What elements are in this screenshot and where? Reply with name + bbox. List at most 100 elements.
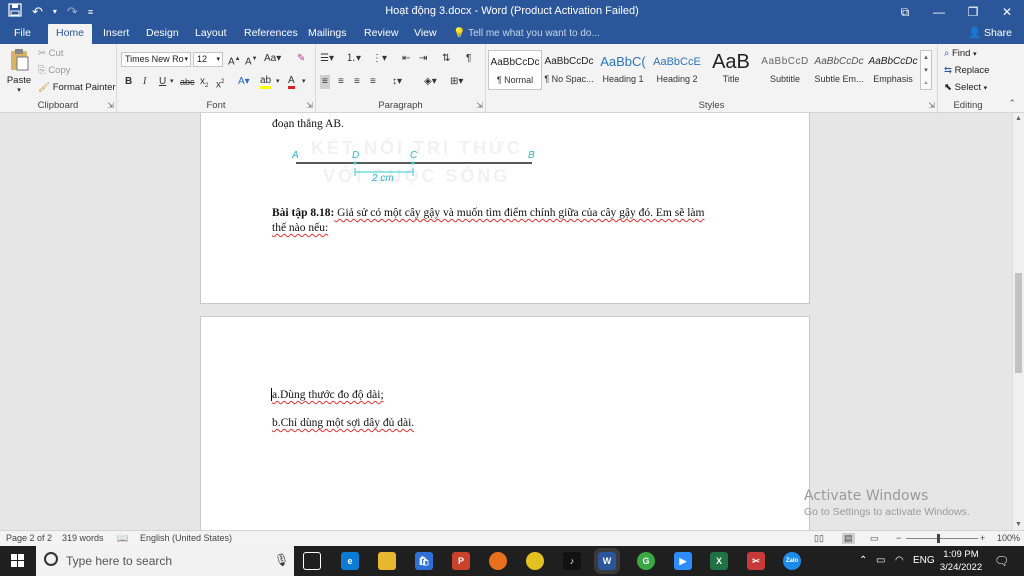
align-center-icon[interactable]: ≡ [338,75,344,89]
scroll-down-icon[interactable]: ▼ [1015,521,1022,528]
font-launcher-icon[interactable]: ⇲ [306,101,313,110]
increase-indent-icon[interactable]: ⇥ [419,52,427,66]
font-family-select[interactable]: Times New Ro ▾ [121,52,191,67]
subscript-icon[interactable]: x2 [200,75,208,93]
style-no-spacing[interactable]: AaBbCcDc ¶ No Spac... [542,50,596,90]
find-button[interactable]: ⌕ Find ▾ [944,48,977,59]
zoom-level[interactable]: 100% [997,533,1020,543]
edge-icon[interactable]: e [341,552,359,570]
system-clock[interactable]: 1:09 PM 3/24/2022 [936,548,986,574]
styles-launcher-icon[interactable]: ⇲ [928,101,935,110]
line-spacing-icon[interactable]: ↕▾ [392,75,402,89]
superscript-icon[interactable]: x2 [216,75,224,92]
italic-icon[interactable]: I [143,75,146,89]
powerpoint-icon[interactable]: P [452,552,470,570]
clear-formatting-icon[interactable]: ✎ [297,52,305,66]
scroll-up-icon[interactable]: ▲ [1015,115,1022,122]
show-formatting-icon[interactable]: ¶ [466,52,471,66]
tab-review[interactable]: Review [356,24,406,44]
font-color-icon[interactable]: A [288,75,295,89]
tiktok-icon[interactable]: ♪ [563,552,581,570]
input-language[interactable]: ENG [913,546,935,576]
page-1[interactable]: đoạn thẳng AB. KẾT NỐI TRI THỨC VỚI CUỘC… [200,113,810,304]
task-view-icon[interactable] [303,552,321,570]
tab-insert[interactable]: Insert [95,24,137,44]
word-icon[interactable]: W [594,548,620,574]
format-painter-button[interactable]: 🖌 Format Painter [38,82,116,93]
scroll-up-icon[interactable]: ▴ [921,51,931,64]
align-right-icon[interactable]: ≡ [354,75,360,89]
zoom-app-icon[interactable]: ▶ [674,552,692,570]
collapse-ribbon-icon[interactable]: ⌃ [1008,98,1016,109]
chrome-icon[interactable] [526,552,544,570]
clipboard-launcher-icon[interactable]: ⇲ [107,101,114,110]
restore-button[interactable]: ❐ [956,0,990,24]
borders-icon[interactable]: ⊞▾ [450,75,463,89]
highlight-dropdown-icon[interactable]: ▾ [276,75,280,89]
underline-icon[interactable]: U [159,75,166,89]
share-button[interactable]: 👤 Share [968,24,1012,44]
tab-file[interactable]: File [6,24,39,44]
bullets-icon[interactable]: ☰▾ [320,52,334,66]
multilevel-list-icon[interactable]: ⋮▾ [372,52,387,66]
excel-icon[interactable]: X [710,552,728,570]
replace-button[interactable]: ⇆ Replace [944,65,989,76]
store-icon[interactable]: 🛍 [415,552,433,570]
shading-icon[interactable]: ◈▾ [424,75,437,89]
tab-home[interactable]: Home [48,24,93,44]
font-color-dropdown-icon[interactable]: ▾ [302,75,306,89]
change-case-icon[interactable]: Aa▾ [264,52,281,66]
show-hidden-icons-icon[interactable]: ⌃ [859,546,867,576]
read-mode-icon[interactable]: ▯▯ [814,533,824,544]
close-button[interactable]: ✕ [990,0,1024,24]
numbering-icon[interactable]: ⒈▾ [346,52,361,66]
bold-icon[interactable]: B [125,75,132,89]
battery-icon[interactable]: ▭ [876,546,885,576]
word-count[interactable]: 319 words [62,533,104,543]
scroll-down-icon[interactable]: ▾ [921,64,931,77]
zoom-slider-thumb[interactable] [937,534,940,543]
document-area[interactable]: đoạn thẳng AB. KẾT NỐI TRI THỨC VỚI CUỘC… [0,113,1012,530]
tab-mailings[interactable]: Mailings [300,24,355,44]
copy-button[interactable]: ⎘ Copy [38,65,70,76]
style-normal[interactable]: AaBbCcDc ¶ Normal [488,50,542,90]
snipping-tool-icon[interactable]: ✂ [747,552,765,570]
page-2[interactable]: a.Dùng thước đo độ dài; b.Chỉ dùng một s… [200,316,810,530]
web-layout-icon[interactable]: ▭ [870,533,879,544]
scroll-thumb[interactable] [1015,273,1022,373]
tab-design[interactable]: Design [138,24,187,44]
file-explorer-icon[interactable] [378,552,396,570]
app-icon[interactable]: G [637,552,655,570]
style-emphasis[interactable]: AaBbCcDc Emphasis [866,50,920,90]
style-heading-1[interactable]: AaBbC( Heading 1 [596,50,650,90]
print-layout-icon[interactable]: ▤ [842,533,855,544]
sort-icon[interactable]: ⇅ [442,52,450,66]
zoom-out-icon[interactable]: − [896,533,901,543]
minimize-button[interactable]: — [922,0,956,24]
font-size-select[interactable]: 12 ▾ [193,52,223,67]
justify-icon[interactable]: ≡ [370,75,376,89]
ribbon-display-options-icon[interactable]: ⧉ [888,0,922,24]
highlight-icon[interactable]: ab [260,75,272,89]
style-subtle-emphasis[interactable]: AaBbCcDc Subtle Em... [812,50,866,90]
text-effects-icon[interactable]: A▾ [238,75,250,89]
paste-button[interactable]: Paste ▾ [6,48,32,94]
notifications-icon[interactable]: 🗨 [994,546,1009,576]
network-icon[interactable]: ◠ [895,546,904,576]
page-count[interactable]: Page 2 of 2 [6,533,52,543]
proofing-icon[interactable]: 📖 [117,533,128,544]
strikethrough-icon[interactable]: abc [180,75,195,89]
start-button[interactable] [0,546,36,576]
tab-view[interactable]: View [406,24,445,44]
zoom-slider[interactable] [906,538,978,539]
zalo-icon[interactable]: Zalo [783,552,801,570]
styles-gallery-scroll[interactable]: ▴ ▾ ⩡ [920,50,932,90]
firefox-icon[interactable] [489,552,507,570]
tell-me-search[interactable]: 💡 Tell me what you want to do... [453,24,600,44]
style-title[interactable]: AaB Title [704,50,758,90]
decrease-indent-icon[interactable]: ⇤ [402,52,410,66]
paragraph-launcher-icon[interactable]: ⇲ [476,101,483,110]
tab-references[interactable]: References [236,24,306,44]
grow-font-icon[interactable]: A▲ [228,52,241,69]
cut-button[interactable]: ✂ Cut [38,48,63,59]
